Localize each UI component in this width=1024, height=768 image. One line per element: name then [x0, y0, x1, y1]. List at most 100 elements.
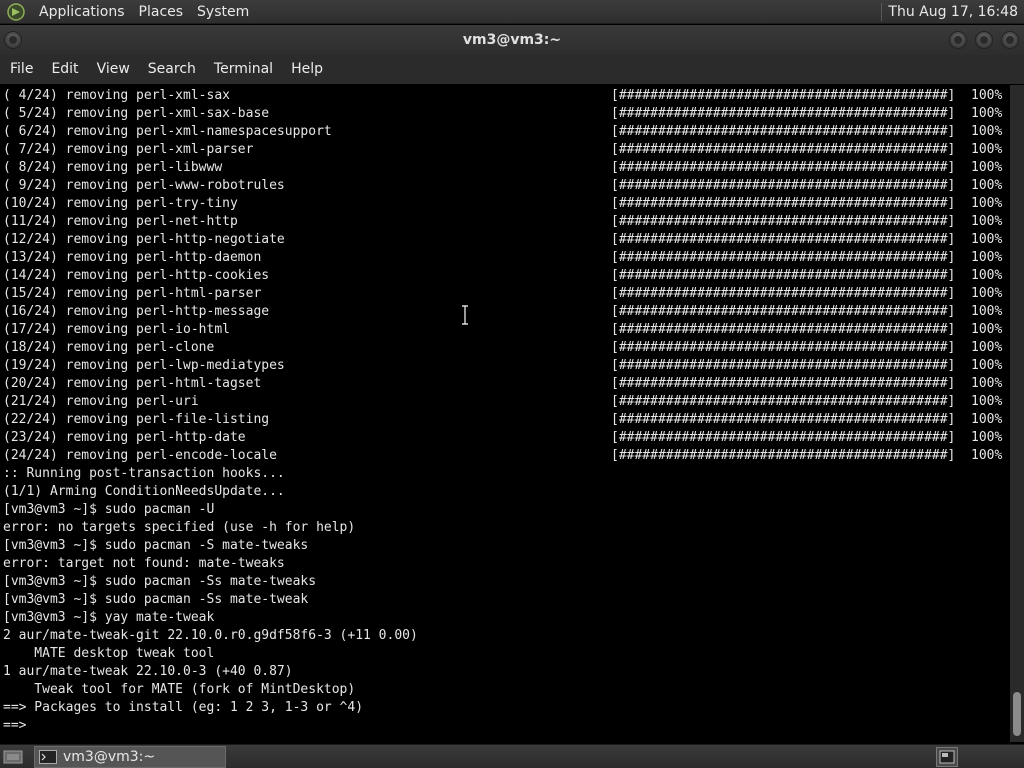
progress-row: (20/24) removing perl-html-tagset [######…	[3, 375, 1007, 393]
progress-bar-text: [#######################################…	[611, 159, 1002, 177]
package-description: Tweak tool for MATE (fork of MintDesktop…	[3, 682, 356, 697]
progress-row: ( 8/24) removing perl-libwww [###########…	[3, 159, 1007, 177]
progress-row: (12/24) removing perl-http-negotiate [###…	[3, 231, 1007, 249]
menu-view[interactable]: View	[90, 55, 137, 84]
distro-logo-icon[interactable]	[6, 2, 26, 22]
progress-row: (22/24) removing perl-file-listing [#####…	[3, 411, 1007, 429]
progress-percent: 100%	[971, 430, 1003, 445]
panel-clock[interactable]: Thu Aug 17, 16:48	[888, 4, 1024, 20]
progress-percent: 100%	[971, 268, 1003, 283]
scrollbar-thumb[interactable]	[1013, 692, 1021, 736]
progress-percent: 100%	[971, 142, 1003, 157]
progress-bar: [#######################################…	[611, 250, 956, 265]
top-panel: Applications Places System Thu Aug 17, 1…	[0, 0, 1024, 24]
terminal-output[interactable]: ( 4/24) removing perl-xml-sax [##########…	[0, 85, 1010, 742]
progress-row: (18/24) removing perl-clone [############…	[3, 339, 1007, 357]
progress-percent: 100%	[971, 196, 1003, 211]
progress-row: (15/24) removing perl-html-parser [######…	[3, 285, 1007, 303]
progress-bar: [#######################################…	[611, 394, 956, 409]
progress-bar-text: [#######################################…	[611, 285, 1002, 303]
progress-bar-text: [#######################################…	[611, 357, 1002, 375]
progress-row: (16/24) removing perl-http-message [#####…	[3, 303, 1007, 321]
progress-text: (24/24) removing perl-encode-locale	[3, 448, 277, 463]
minimize-button[interactable]	[949, 31, 967, 49]
progress-bar-text: [#######################################…	[611, 141, 1002, 159]
menu-help[interactable]: Help	[284, 55, 330, 84]
progress-bar-text: [#######################################…	[611, 303, 1002, 321]
progress-text: (23/24) removing perl-http-date	[3, 430, 246, 445]
progress-bar: [#######################################…	[611, 430, 956, 445]
progress-bar: [#######################################…	[611, 268, 956, 283]
applications-menu[interactable]: Applications	[32, 0, 132, 24]
progress-text: ( 7/24) removing perl-xml-parser	[3, 142, 254, 157]
progress-row: ( 6/24) removing perl-xml-namespacesuppo…	[3, 123, 1007, 141]
progress-bar: [#######################################…	[611, 88, 956, 103]
progress-bar: [#######################################…	[611, 106, 956, 121]
progress-percent: 100%	[971, 322, 1003, 337]
menu-edit[interactable]: Edit	[44, 55, 85, 84]
workspace-switcher[interactable]	[936, 747, 958, 767]
terminal-scrollbar[interactable]	[1010, 85, 1024, 742]
close-button[interactable]	[1001, 31, 1019, 49]
progress-percent: 100%	[971, 394, 1003, 409]
progress-bar-text: [#######################################…	[611, 267, 1002, 285]
progress-row: ( 5/24) removing perl-xml-sax-base [#####…	[3, 105, 1007, 123]
show-desktop-icon[interactable]	[2, 747, 24, 767]
progress-text: (21/24) removing perl-uri	[3, 394, 199, 409]
progress-bar: [#######################################…	[611, 448, 956, 463]
progress-row: ( 4/24) removing perl-xml-sax [##########…	[3, 87, 1007, 105]
progress-bar: [#######################################…	[611, 232, 956, 247]
places-menu[interactable]: Places	[132, 0, 191, 24]
progress-bar-text: [#######################################…	[611, 213, 1002, 231]
progress-percent: 100%	[971, 160, 1003, 175]
progress-text: (20/24) removing perl-html-tagset	[3, 376, 262, 391]
taskbar-item-label: vm3@vm3:~	[63, 748, 156, 765]
panel-separator	[881, 2, 883, 21]
progress-bar-text: [#######################################…	[611, 393, 1002, 411]
progress-text: (14/24) removing perl-http-cookies	[3, 268, 270, 283]
progress-bar-text: [#######################################…	[611, 123, 1002, 141]
window-menu-button[interactable]	[4, 31, 22, 49]
progress-text: (16/24) removing perl-http-message	[3, 304, 270, 319]
progress-percent: 100%	[971, 340, 1003, 355]
progress-bar-text: [#######################################…	[611, 429, 1002, 447]
taskbar-item-terminal[interactable]: vm3@vm3:~	[34, 745, 226, 768]
package-line: 1 aur/mate-tweak 22.10.0-3 (+40 0.87)	[3, 664, 293, 679]
window-titlebar[interactable]: vm3@vm3:~	[0, 25, 1024, 55]
progress-row: (14/24) removing perl-http-cookies [#####…	[3, 267, 1007, 285]
progress-row: ( 9/24) removing perl-www-robotrules [###…	[3, 177, 1007, 195]
maximize-button[interactable]	[975, 31, 993, 49]
progress-percent: 100%	[971, 106, 1003, 121]
progress-text: (11/24) removing perl-net-http	[3, 214, 238, 229]
progress-text: (10/24) removing perl-try-tiny	[3, 196, 238, 211]
system-menu[interactable]: System	[190, 0, 256, 24]
progress-text: (12/24) removing perl-http-negotiate	[3, 232, 285, 247]
progress-text: (18/24) removing perl-clone	[3, 340, 215, 355]
progress-text: ( 8/24) removing perl-libwww	[3, 160, 223, 175]
prompt-line: [vm3@vm3 ~]$ sudo pacman -S mate-tweaks	[3, 538, 309, 553]
progress-bar: [#######################################…	[611, 322, 956, 337]
package-description: MATE desktop tweak tool	[3, 646, 215, 661]
progress-percent: 100%	[971, 88, 1003, 103]
progress-bar-text: [#######################################…	[611, 375, 1002, 393]
progress-row: (19/24) removing perl-lwp-mediatypes [###…	[3, 357, 1007, 375]
menu-file[interactable]: File	[3, 55, 40, 84]
workspace-icon	[939, 750, 955, 764]
progress-percent: 100%	[971, 376, 1003, 391]
input-prompt-line[interactable]: ==>	[3, 717, 1007, 735]
progress-bar-text: [#######################################…	[611, 105, 1002, 123]
progress-percent: 100%	[971, 448, 1003, 463]
error-line: error: target not found: mate-tweaks	[3, 556, 285, 571]
progress-percent: 100%	[971, 250, 1003, 265]
text-cursor-icon	[462, 305, 468, 325]
progress-percent: 100%	[971, 214, 1003, 229]
progress-bar-text: [#######################################…	[611, 339, 1002, 357]
progress-bar-text: [#######################################…	[611, 447, 1002, 465]
progress-percent: 100%	[971, 286, 1003, 301]
package-line: 2 aur/mate-tweak-git 22.10.0.r0.g9df58f6…	[3, 628, 418, 643]
progress-percent: 100%	[971, 232, 1003, 247]
menu-search[interactable]: Search	[141, 55, 203, 84]
menu-terminal[interactable]: Terminal	[207, 55, 280, 84]
progress-bar: [#######################################…	[611, 124, 956, 139]
error-line: error: no targets specified (use -h for …	[3, 520, 356, 535]
